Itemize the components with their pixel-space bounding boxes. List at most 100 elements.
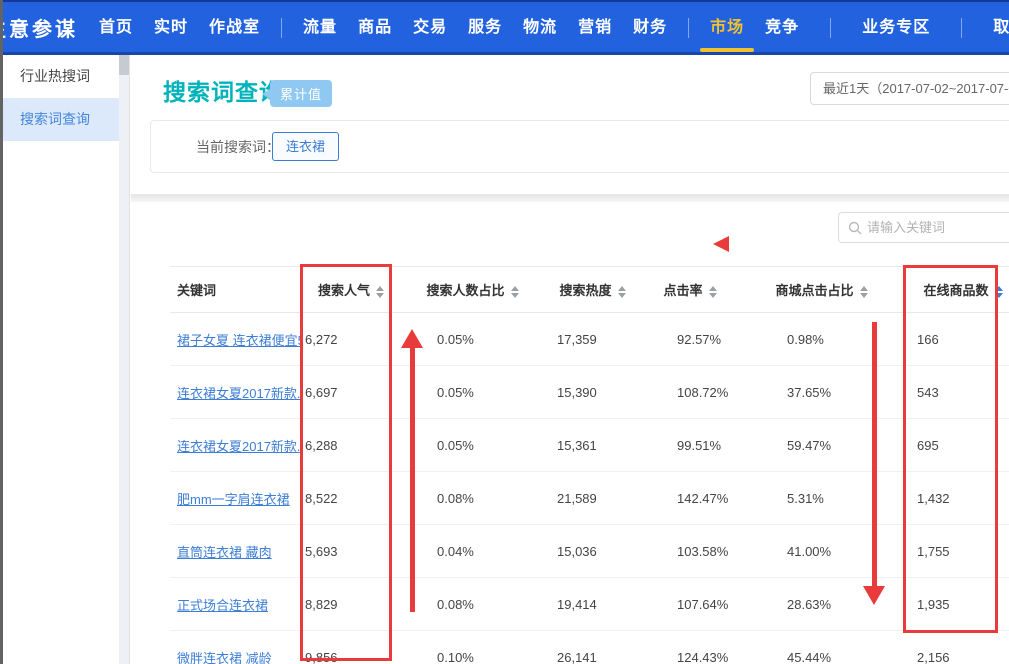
sort-icon[interactable] <box>860 286 868 298</box>
metric-cell: 0.08% <box>400 472 545 525</box>
nav-item-12[interactable]: 竞争 <box>765 0 799 55</box>
sidebar-scrollbar[interactable] <box>119 55 129 664</box>
nav-item-7[interactable]: 服务 <box>468 0 502 55</box>
sidebar-item-2[interactable]: 搜索词查询 <box>3 98 119 141</box>
metric-value: 15,036 <box>557 544 597 559</box>
keyword-cell: 连衣裙女夏2017新款... <box>170 419 302 472</box>
keyword-cell: 正式场合连衣裙 <box>170 578 302 631</box>
metric-value: 26,141 <box>557 650 597 664</box>
app-logo[interactable]: 生意参谋 <box>0 13 78 42</box>
metric-cell: 8,522 <box>302 472 400 525</box>
keyword-link[interactable]: 微胖连衣裙 减龄 <box>177 651 272 664</box>
keyword-link[interactable]: 直筒连衣裙 藏肉 <box>177 545 272 560</box>
metric-cell: 15,361 <box>545 419 640 472</box>
current-keyword-tag[interactable]: 连衣裙 <box>272 132 339 161</box>
table-row: 正式场合连衣裙8,8290.08%19,414107.64%28.63%1,93… <box>170 578 1009 631</box>
sidebar-item-1[interactable]: 行业热搜词 <box>3 55 119 98</box>
sort-icon[interactable] <box>709 286 717 298</box>
nav-item-14[interactable]: 取数 <box>993 0 1009 55</box>
keyword-link[interactable]: 连衣裙女夏2017新款... <box>177 386 302 401</box>
nav-divider <box>830 18 831 38</box>
nav-item-13[interactable]: 业务专区 <box>862 0 930 55</box>
current-search-label: 当前搜索词： <box>196 121 280 174</box>
column-header-1: 关键词 <box>170 267 302 313</box>
keyword-link[interactable]: 肥mm一字肩连衣裙 <box>177 492 290 507</box>
date-range-selector[interactable]: 最近1天（2017-07-02~2017-07-02 <box>810 72 1009 105</box>
nav-item-8[interactable]: 物流 <box>523 0 557 55</box>
column-header-6[interactable]: 商城点击占比 <box>740 267 903 313</box>
column-header-3[interactable]: 搜索人数占比 <box>400 267 545 313</box>
metric-value: 0.05% <box>437 438 474 453</box>
metric-value: 0.10% <box>437 650 474 664</box>
table-card: 关键词 搜索人气搜索人数占比搜索热度点击率 商城点击占比 在线商品数 裙子女夏 连衣裙… <box>131 202 1009 664</box>
metric-cell: 17,359 <box>545 313 640 366</box>
metric-value: 17,359 <box>557 332 597 347</box>
nav-item-9[interactable]: 营销 <box>578 0 612 55</box>
metric-value: 695 <box>917 438 939 453</box>
nav-divider <box>281 18 282 38</box>
column-header-2[interactable]: 搜索人气 <box>302 267 400 313</box>
keyword-search-input[interactable] <box>867 213 1009 242</box>
metric-cell: 543 <box>903 366 1009 419</box>
column-header-4[interactable]: 搜索热度 <box>545 267 640 313</box>
nav-item-4[interactable]: 流量 <box>303 0 337 55</box>
metric-value: 59.47% <box>787 438 831 453</box>
metric-value: 0.04% <box>437 544 474 559</box>
badge-left-arrow-icon <box>262 89 270 99</box>
sort-icon[interactable] <box>995 286 1003 298</box>
column-label: 商城点击占比 <box>775 283 853 298</box>
column-label: 关键词 <box>177 283 216 298</box>
sidebar-scrollbar-thumb[interactable] <box>119 55 129 75</box>
metric-value: 166 <box>917 332 939 347</box>
metric-cell: 695 <box>903 419 1009 472</box>
metric-cell: 15,390 <box>545 366 640 419</box>
metric-cell: 6,272 <box>302 313 400 366</box>
sort-icon[interactable] <box>376 286 384 298</box>
metric-value: 6,697 <box>305 385 338 400</box>
metric-value: 0.08% <box>437 491 474 506</box>
nav-item-11[interactable]: 市场 <box>710 0 744 55</box>
metric-value: 124.43% <box>677 650 728 664</box>
table-row: 直筒连衣裙 藏肉5,6930.04%15,036103.58%41.00%1,7… <box>170 525 1009 578</box>
metric-cell: 1,755 <box>903 525 1009 578</box>
sort-icon[interactable] <box>618 286 626 298</box>
nav-item-5[interactable]: 商品 <box>358 0 392 55</box>
metric-value: 1,935 <box>917 597 950 612</box>
keyword-table: 关键词 搜索人气搜索人数占比搜索热度点击率 商城点击占比 在线商品数 裙子女夏 连衣裙… <box>170 266 1009 664</box>
metric-cell: 0.98% <box>740 313 903 366</box>
metric-value: 0.98% <box>787 332 824 347</box>
metric-cell: 103.58% <box>640 525 740 578</box>
metric-value: 103.58% <box>677 544 728 559</box>
current-search-panel: 当前搜索词： 连衣裙 <box>150 120 1009 173</box>
keyword-cell: 直筒连衣裙 藏肉 <box>170 525 302 578</box>
sort-icon[interactable] <box>511 286 519 298</box>
metric-value: 5.31% <box>787 491 824 506</box>
nav-item-6[interactable]: 交易 <box>413 0 447 55</box>
metric-cell: 1,935 <box>903 578 1009 631</box>
metric-value: 142.47% <box>677 491 728 506</box>
metric-value: 0.08% <box>437 597 474 612</box>
keyword-search-box[interactable] <box>838 212 1009 243</box>
column-header-5[interactable]: 点击率 <box>640 267 740 313</box>
keyword-cell: 连衣裙女夏2017新款... <box>170 366 302 419</box>
metric-cell: 6,697 <box>302 366 400 419</box>
metric-cell: 41.00% <box>740 525 903 578</box>
metric-cell: 0.08% <box>400 578 545 631</box>
keyword-link[interactable]: 裙子女夏 连衣裙便宜5... <box>177 333 302 348</box>
nav-item-2[interactable]: 实时 <box>154 0 188 55</box>
column-header-7[interactable]: 在线商品数 <box>903 267 1009 313</box>
metric-value: 28.63% <box>787 597 831 612</box>
keyword-link[interactable]: 连衣裙女夏2017新款... <box>177 439 302 454</box>
header-card: 搜索词查询 累计值 最近1天（2017-07-02~2017-07-02 当前搜… <box>131 55 1009 194</box>
keyword-link[interactable]: 正式场合连衣裙 <box>177 598 268 613</box>
metric-value: 92.57% <box>677 332 721 347</box>
metric-cell: 107.64% <box>640 578 740 631</box>
metric-value: 1,755 <box>917 544 950 559</box>
metric-value: 0.05% <box>437 332 474 347</box>
metric-cell: 15,036 <box>545 525 640 578</box>
nav-item-10[interactable]: 财务 <box>633 0 667 55</box>
nav-item-1[interactable]: 首页 <box>99 0 133 55</box>
metric-value: 15,361 <box>557 438 597 453</box>
nav-active-underline <box>700 48 754 52</box>
nav-item-3[interactable]: 作战室 <box>209 0 260 55</box>
